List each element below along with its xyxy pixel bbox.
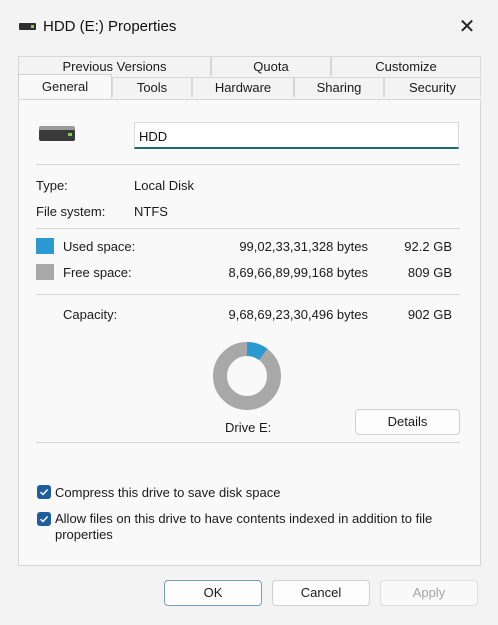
cancel-button[interactable]: Cancel <box>272 580 370 606</box>
capacity-bytes: 9,68,69,23,30,496 bytes <box>228 307 368 322</box>
divider <box>36 294 460 295</box>
file-system-label: File system: <box>36 204 106 219</box>
drive-label: Drive E: <box>225 420 272 435</box>
tab-customize[interactable]: Customize <box>331 56 481 76</box>
tab-hardware[interactable]: Hardware <box>192 77 294 97</box>
tab-quota[interactable]: Quota <box>211 56 331 76</box>
index-checkbox[interactable] <box>37 512 51 526</box>
drive-icon <box>19 23 36 30</box>
free-space-label: Free space: <box>63 265 132 280</box>
title-bar: HDD (E:) Properties ✕ <box>0 0 498 52</box>
capacity-size: 902 GB <box>407 307 452 322</box>
tab-sharing[interactable]: Sharing <box>294 77 384 97</box>
free-space-bytes: 8,69,66,89,99,168 bytes <box>228 265 368 280</box>
apply-button[interactable]: Apply <box>380 580 478 606</box>
capacity-label: Capacity: <box>63 307 118 322</box>
close-icon: ✕ <box>458 16 476 38</box>
file-system-value: NTFS <box>134 204 168 219</box>
index-label-line2: properties <box>55 527 113 542</box>
used-space-bytes: 99,02,33,31,328 bytes <box>239 239 368 254</box>
type-label: Type: <box>36 178 68 193</box>
tab-row-top: Previous Versions Quota Customize <box>18 56 481 76</box>
window-title: HDD (E:) Properties <box>43 18 177 35</box>
tab-tools[interactable]: Tools <box>112 77 192 97</box>
usage-donut-chart <box>213 342 281 410</box>
free-space-swatch <box>36 264 54 280</box>
divider <box>36 442 460 443</box>
used-space-label: Used space: <box>63 239 136 254</box>
tab-general[interactable]: General <box>18 74 112 98</box>
compress-label: Compress this drive to save disk space <box>55 485 281 500</box>
tab-security[interactable]: Security <box>384 77 481 97</box>
free-space-arc <box>213 342 281 410</box>
tab-row-bottom: General Tools Hardware Sharing Security <box>18 74 481 98</box>
used-space-size: 92.2 GB <box>404 239 452 254</box>
divider <box>36 164 460 165</box>
tab-previous-versions[interactable]: Previous Versions <box>18 56 211 76</box>
type-value: Local Disk <box>134 178 194 193</box>
checkmark-icon <box>39 488 49 496</box>
free-space-size: 809 GB <box>407 265 452 280</box>
checkmark-icon <box>39 515 49 523</box>
details-button[interactable]: Details <box>355 409 460 435</box>
general-panel: Type: Local Disk File system: NTFS Used … <box>18 99 481 566</box>
hard-drive-icon <box>39 126 75 141</box>
divider <box>36 228 460 229</box>
used-space-swatch <box>36 238 54 254</box>
compress-checkbox[interactable] <box>37 485 51 499</box>
ok-button[interactable]: OK <box>164 580 262 606</box>
close-button[interactable]: ✕ <box>454 14 480 40</box>
index-label-line1: Allow files on this drive to have conten… <box>55 511 433 526</box>
drive-name-input[interactable] <box>134 122 459 149</box>
